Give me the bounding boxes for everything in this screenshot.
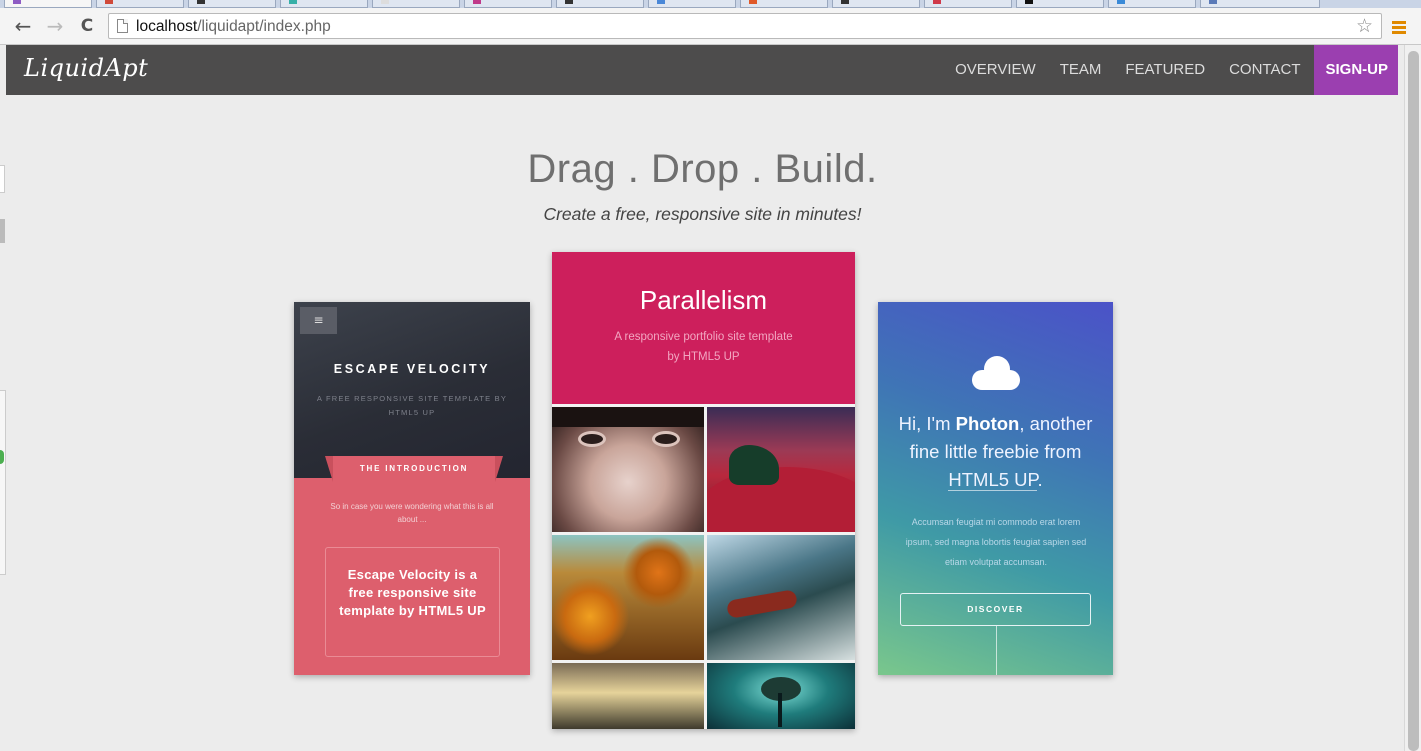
portfolio-photo-lone-tree[interactable] (707, 663, 855, 729)
browser-tab[interactable] (648, 0, 736, 8)
browser-tab[interactable] (280, 0, 368, 8)
browser-tab[interactable] (4, 0, 92, 8)
page-icon (117, 19, 128, 33)
browser-tab[interactable] (740, 0, 828, 8)
page-scrollbar[interactable] (1404, 45, 1421, 751)
nav-overview[interactable]: OVERVIEW (943, 45, 1048, 95)
escape-velocity-box-text: Escape Velocity is a free responsive sit… (339, 567, 486, 618)
photon-heading: Hi, I'm Photon, another fine little free… (898, 413, 1093, 491)
page-viewport: LiquidApt OVERVIEW TEAM FEATURED CONTACT… (0, 45, 1421, 751)
browser-menu-icon[interactable] (1392, 21, 1406, 34)
nav-team[interactable]: TEAM (1048, 45, 1114, 95)
browser-tab[interactable] (96, 0, 184, 8)
browser-tab[interactable] (832, 0, 920, 8)
site-navbar: LiquidApt OVERVIEW TEAM FEATURED CONTACT… (6, 45, 1398, 95)
nav-links: OVERVIEW TEAM FEATURED CONTACT SIGN-UP (943, 45, 1398, 95)
escape-velocity-feature-box: Escape Velocity is a free responsive sit… (325, 547, 500, 657)
site-logo[interactable]: LiquidApt (24, 54, 148, 82)
parallelism-template-card[interactable]: Parallelism A responsive portfolio site … (552, 252, 855, 729)
escape-velocity-intro: So in case you were wondering what this … (330, 502, 494, 524)
hero-subtitle: Create a free, responsive site in minute… (543, 204, 862, 224)
hamburger-menu-icon[interactable]: ≡ (300, 307, 337, 334)
reload-icon[interactable]: C (76, 14, 98, 38)
portfolio-photo-sunflowers[interactable] (552, 535, 704, 660)
portfolio-photo-tree-person[interactable] (707, 535, 855, 660)
address-bar[interactable]: localhost/liquidapt/index.php (108, 13, 1382, 39)
photon-name: Photon (955, 413, 1020, 434)
escape-velocity-template-card[interactable]: ≡ ESCAPE VELOCITY A FREE RESPONSIVE SITE… (294, 302, 530, 675)
hero-title: Drag . Drop . Build. (527, 147, 878, 191)
html5up-link[interactable]: HTML5 UP (948, 469, 1038, 491)
browser-tab-strip[interactable] (0, 0, 1421, 8)
browser-tab[interactable] (372, 0, 460, 8)
escape-velocity-title: ESCAPE VELOCITY (333, 362, 491, 376)
forward-arrow-icon[interactable]: → (44, 14, 66, 38)
browser-tab[interactable] (1108, 0, 1196, 8)
address-url[interactable]: localhost/liquidapt/index.php (136, 18, 331, 36)
escape-velocity-header: ≡ ESCAPE VELOCITY A FREE RESPONSIVE SITE… (294, 302, 530, 478)
photon-divider-line (996, 626, 997, 675)
parallelism-title: Parallelism (639, 285, 768, 315)
browser-tab[interactable] (1200, 0, 1320, 8)
scrollbar-thumb[interactable] (1408, 51, 1419, 751)
parallelism-header: Parallelism A responsive portfolio site … (552, 252, 855, 404)
photon-body-text: Accumsan feugiat mi commodo erat lorem i… (905, 517, 1087, 567)
introduction-ribbon: THE INTRODUCTION (325, 456, 503, 482)
photon-template-card[interactable]: Hi, I'm Photon, another fine little free… (878, 302, 1113, 675)
portfolio-photo-hills[interactable] (707, 407, 855, 532)
nav-contact[interactable]: CONTACT (1217, 45, 1312, 95)
bookmark-star-icon[interactable]: ☆ (1356, 16, 1373, 36)
nav-signup-button[interactable]: SIGN-UP (1314, 45, 1398, 95)
browser-tab[interactable] (924, 0, 1012, 8)
portfolio-photo-sky[interactable] (552, 663, 704, 729)
browser-tab[interactable] (464, 0, 552, 8)
portfolio-photo-face[interactable] (552, 407, 704, 532)
discover-button[interactable]: DISCOVER (900, 593, 1091, 626)
browser-tab[interactable] (1016, 0, 1104, 8)
back-arrow-icon[interactable]: ← (12, 14, 34, 38)
nav-featured[interactable]: FEATURED (1113, 45, 1217, 95)
parallelism-subtitle: A responsive portfolio site template by … (614, 331, 793, 363)
cloud-icon (972, 354, 1020, 390)
browser-tab[interactable] (556, 0, 644, 8)
browser-toolbar: ← → C localhost/liquidapt/index.php ☆ (0, 8, 1421, 45)
escape-velocity-tagline: A FREE RESPONSIVE SITE TEMPLATE BY HTML5… (316, 394, 508, 417)
browser-tab[interactable] (188, 0, 276, 8)
